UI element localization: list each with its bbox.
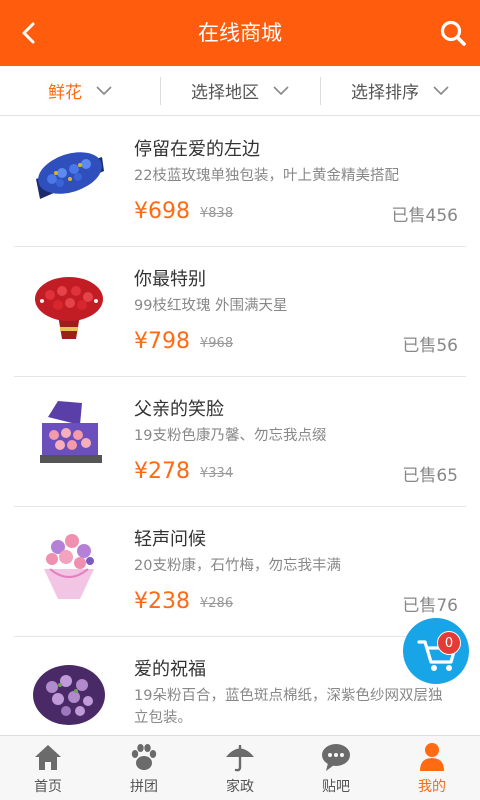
cart-count-badge: 0 <box>437 631 461 655</box>
product-name: 你最特别 <box>134 269 206 290</box>
filter-region-label: 选择地区 <box>191 83 259 103</box>
page-title: 在线商城 <box>198 21 282 45</box>
umbrella-icon <box>226 745 254 772</box>
filter-sort-label: 选择排序 <box>351 83 419 103</box>
carnation-gift-box-image <box>40 401 102 463</box>
product-item[interactable]: 父亲的笑脸 19支粉色康乃馨、勿忘我点缀 ¥278 ¥334 已售65 <box>14 377 466 507</box>
product-item[interactable]: 停留在爱的左边 22枝蓝玫瑰单独包装，叶上黄金精美搭配 ¥698 ¥838 已售… <box>14 117 466 247</box>
tab-forum[interactable]: 贴吧 <box>288 736 384 800</box>
tab-group-buy-label: 拼团 <box>130 779 158 795</box>
product-name: 停留在爱的左边 <box>134 139 260 160</box>
product-description: 22枝蓝玫瑰单独包装，叶上黄金精美搭配 <box>134 168 399 184</box>
filter-category[interactable]: 鲜花 <box>0 66 160 115</box>
user-icon <box>420 743 444 771</box>
product-original-price: ¥286 <box>200 596 234 611</box>
tab-housekeeping[interactable]: 家政 <box>192 736 288 800</box>
product-price: ¥278 <box>134 459 190 484</box>
product-description: 99枝红玫瑰 外围满天星 <box>134 298 288 314</box>
product-name: 爱的祝福 <box>134 659 206 680</box>
product-original-price: ¥968 <box>200 336 234 351</box>
tab-forum-label: 贴吧 <box>322 779 350 795</box>
product-description: 19朵粉百合，蓝色斑点棉纸，深紫色纱网双层独立包装。 <box>134 688 443 726</box>
chevron-down-icon <box>433 85 449 95</box>
tab-profile-label: 我的 <box>418 779 446 795</box>
blue-rose-bouquet-image <box>36 152 104 199</box>
product-sold-count: 已售76 <box>402 596 458 616</box>
chevron-down-icon <box>96 85 112 95</box>
tab-home-label: 首页 <box>34 779 62 795</box>
product-original-price: ¥334 <box>200 466 234 481</box>
search-icon[interactable] <box>438 18 468 48</box>
product-name: 轻声问候 <box>134 529 206 550</box>
red-rose-bouquet-image <box>35 277 103 339</box>
chevron-down-icon <box>273 85 289 95</box>
bottom-tab-bar: 首页 拼团 家政 贴吧 我的 <box>0 735 480 800</box>
product-item[interactable]: 爱的祝福 19朵粉百合，蓝色斑点棉纸，深紫色纱网双层独立包装。 <box>14 637 466 735</box>
product-description: 20支粉康，石竹梅，勿忘我丰满 <box>134 558 341 574</box>
tab-home[interactable]: 首页 <box>0 736 96 800</box>
product-item[interactable]: 你最特别 99枝红玫瑰 外围满天星 ¥798 ¥968 已售56 <box>14 247 466 377</box>
tab-profile[interactable]: 我的 <box>384 736 480 800</box>
product-original-price: ¥838 <box>200 206 234 221</box>
product-item[interactable]: 轻声问候 20支粉康，石竹梅，勿忘我丰满 ¥238 ¥286 已售76 <box>14 507 466 637</box>
lily-bouquet-image <box>33 665 105 725</box>
product-price: ¥798 <box>134 329 190 354</box>
paw-icon <box>131 744 157 770</box>
product-sold-count: 已售456 <box>391 206 458 226</box>
home-icon <box>35 745 61 770</box>
filter-category-label: 鲜花 <box>48 83 82 103</box>
filter-region[interactable]: 选择地区 <box>160 66 320 115</box>
product-price: ¥698 <box>134 199 190 224</box>
shopping-cart-icon <box>417 640 457 671</box>
product-sold-count: 已售56 <box>402 336 458 356</box>
top-bar: 在线商城 <box>0 0 480 66</box>
pink-carnation-bouquet-image <box>44 534 94 599</box>
product-price: ¥238 <box>134 589 190 614</box>
cart-button[interactable]: 0 <box>403 618 469 684</box>
filter-sort[interactable]: 选择排序 <box>320 66 480 115</box>
chat-bubble-icon <box>322 744 350 771</box>
product-sold-count: 已售65 <box>402 466 458 486</box>
product-name: 父亲的笑脸 <box>134 399 224 420</box>
filter-bar: 鲜花 选择地区 选择排序 <box>0 66 480 116</box>
tab-housekeeping-label: 家政 <box>226 779 254 795</box>
tab-group-buy[interactable]: 拼团 <box>96 736 192 800</box>
product-description: 19支粉色康乃馨、勿忘我点缀 <box>134 428 327 444</box>
